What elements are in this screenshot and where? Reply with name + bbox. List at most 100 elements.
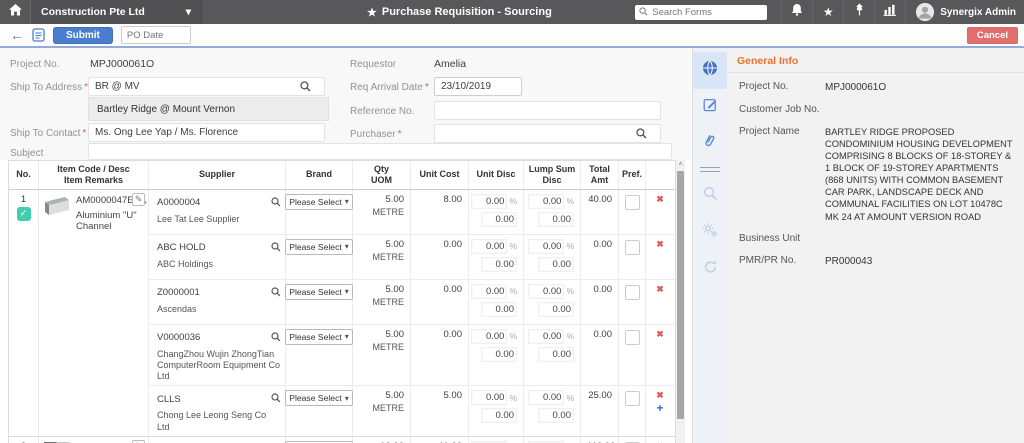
company-selector[interactable]: Construction Pte Ltd ▾ bbox=[30, 0, 202, 24]
address-suggestion-item[interactable]: Bartley Ridge @ Mount Vernon bbox=[88, 97, 329, 121]
supplier-search-icon[interactable] bbox=[271, 194, 281, 212]
supplier-search-icon[interactable] bbox=[271, 284, 281, 302]
edit-square-icon bbox=[703, 97, 718, 117]
delete-row-icon[interactable]: ✖ bbox=[656, 284, 664, 294]
pinned-button[interactable] bbox=[843, 0, 874, 24]
user-menu[interactable]: Synergix Admin bbox=[905, 0, 1024, 24]
pref-checkbox[interactable] bbox=[624, 239, 640, 255]
tab-attachments[interactable] bbox=[693, 125, 727, 161]
unit-cost-input[interactable]: 0.00 bbox=[417, 284, 463, 295]
pref-checkbox[interactable] bbox=[624, 284, 640, 300]
unit-disc-pct-input[interactable]: 0.00 bbox=[471, 238, 508, 254]
purchaser-input[interactable] bbox=[434, 124, 661, 143]
unit-cost-input[interactable]: 0.00 bbox=[417, 329, 463, 340]
pref-checkbox[interactable] bbox=[624, 194, 640, 210]
brand-select[interactable]: Please Select▾ bbox=[285, 328, 353, 345]
scroll-up-arrow[interactable]: ˄ bbox=[676, 160, 685, 170]
total-amt-cell: 0.00 bbox=[581, 234, 619, 279]
uom-value: METRE bbox=[372, 206, 405, 217]
unit-disc-pct-input[interactable]: 0.00 bbox=[471, 328, 508, 344]
supplier-search-icon[interactable] bbox=[271, 329, 281, 347]
unit-cost-cell: 0.00 bbox=[411, 234, 469, 279]
lump-sum-disc-pct-input[interactable]: 0.00 bbox=[528, 390, 565, 406]
brand-select-value: Please Select bbox=[289, 241, 342, 252]
unit-disc-pct-input[interactable]: 0.00 bbox=[471, 193, 508, 209]
purchaser-search-icon[interactable] bbox=[636, 128, 647, 139]
brand-cell: Please Select▾ bbox=[285, 436, 353, 443]
supplier-search-icon[interactable] bbox=[271, 239, 281, 257]
export-pdf-icon[interactable] bbox=[32, 28, 45, 42]
ship-to-address-input[interactable] bbox=[88, 77, 325, 96]
home-button[interactable] bbox=[0, 0, 30, 24]
total-amt-cell: 0.00 bbox=[581, 279, 619, 324]
unit-disc-amt-input[interactable]: 0.00 bbox=[481, 211, 517, 227]
favorites-button[interactable]: ★ bbox=[812, 0, 843, 24]
qty-uom-cell: 5.00 METRE bbox=[353, 324, 411, 386]
panel-project-name-value: BARTLEY RIDGE PROPOSED CONDOMINIUM HOUSI… bbox=[825, 127, 1013, 222]
lump-sum-disc-amt-input[interactable]: 0.00 bbox=[538, 346, 574, 362]
add-row-icon[interactable]: + bbox=[656, 402, 663, 414]
brand-select[interactable]: Please Select▾ bbox=[285, 238, 353, 255]
lump-sum-disc-amt-input[interactable]: 0.00 bbox=[538, 211, 574, 227]
delete-row-icon[interactable]: ✖ bbox=[656, 194, 664, 204]
unit-disc-amt-input[interactable]: 0.00 bbox=[481, 256, 517, 272]
delete-row-icon[interactable]: ✖ bbox=[656, 329, 664, 339]
project-no-value: MPJ000061O bbox=[90, 58, 155, 70]
tab-general-info[interactable] bbox=[693, 52, 727, 89]
panel-pmr-pr-no-value: PR000043 bbox=[825, 255, 873, 267]
req-arrival-date-label: Req Arrival Date * bbox=[350, 82, 429, 93]
delete-row-icon[interactable]: ✖ bbox=[656, 239, 664, 249]
favorite-star-icon[interactable]: ★ bbox=[367, 6, 377, 19]
brand-select[interactable]: Please Select▾ bbox=[285, 283, 353, 300]
lump-sum-disc-pct-input[interactable]: 0.00 bbox=[528, 283, 565, 299]
brand-select[interactable]: Please Select▾ bbox=[285, 193, 353, 210]
ship-to-address-search-icon[interactable] bbox=[300, 81, 311, 92]
unit-disc-amt-input[interactable]: 0.00 bbox=[481, 346, 517, 362]
bar-chart-icon bbox=[883, 3, 897, 21]
subject-input[interactable] bbox=[88, 143, 672, 160]
panel-project-name-label: Project Name bbox=[739, 126, 800, 137]
pref-checkbox[interactable] bbox=[624, 329, 640, 345]
row-select-checkbox[interactable]: ✓ bbox=[16, 206, 31, 221]
dashboard-button[interactable] bbox=[874, 0, 905, 24]
qty-value: 5.00 bbox=[385, 193, 405, 205]
lump-sum-disc-pct-input[interactable]: 0.00 bbox=[528, 193, 565, 209]
tab-history[interactable] bbox=[693, 251, 727, 287]
col-header-no: No. bbox=[9, 161, 39, 189]
unit-disc-amt-input[interactable]: 0.00 bbox=[481, 408, 517, 424]
brand-select-value: Please Select bbox=[289, 331, 342, 342]
unit-cost-input[interactable]: 0.00 bbox=[417, 239, 463, 250]
lump-sum-disc-amt-input[interactable]: 0.00 bbox=[538, 408, 574, 424]
lump-sum-disc-amt-input[interactable]: 0.00 bbox=[538, 256, 574, 272]
lump-sum-disc-pct-input[interactable]: 0.00 bbox=[528, 328, 565, 344]
qty-uom-cell: 5.00 METRE bbox=[353, 386, 411, 436]
table-scrollbar[interactable]: ˄ bbox=[676, 160, 685, 443]
req-arrival-date-input[interactable] bbox=[434, 77, 522, 96]
submit-button[interactable]: Submit bbox=[53, 26, 113, 44]
cancel-button[interactable]: Cancel bbox=[966, 26, 1018, 44]
supplier-name: Ascendas bbox=[157, 303, 197, 314]
search-forms-input[interactable] bbox=[650, 5, 760, 19]
back-arrow-button[interactable]: ← bbox=[10, 28, 24, 42]
tab-edit-notes[interactable] bbox=[693, 89, 727, 125]
po-date-input[interactable] bbox=[120, 26, 191, 44]
reference-no-input[interactable] bbox=[434, 101, 661, 120]
supplier-search-icon[interactable] bbox=[271, 390, 281, 408]
scrollbar-thumb[interactable] bbox=[677, 171, 684, 419]
item-edit-icon[interactable]: ✎ bbox=[132, 192, 145, 206]
unit-disc-amt-input[interactable]: 0.00 bbox=[481, 301, 517, 317]
tab-settings[interactable] bbox=[693, 214, 727, 251]
unit-cost-input[interactable]: 8.00 bbox=[417, 194, 463, 205]
brand-select[interactable]: Please Select▾ bbox=[285, 390, 353, 407]
unit-disc-pct-input[interactable]: 0.00 bbox=[471, 283, 508, 299]
ship-to-contact-input[interactable] bbox=[88, 123, 325, 142]
delete-row-icon[interactable]: ✖ bbox=[656, 391, 664, 400]
tab-price-search[interactable] bbox=[693, 178, 727, 214]
notifications-button[interactable] bbox=[781, 0, 812, 24]
pref-checkbox[interactable] bbox=[624, 391, 640, 407]
lump-sum-disc-pct-input[interactable]: 0.00 bbox=[528, 238, 565, 254]
unit-disc-pct-input[interactable]: 0.00 bbox=[471, 390, 508, 406]
lump-sum-disc-amt-input[interactable]: 0.00 bbox=[538, 301, 574, 317]
item-description: Aluminium "U" Channel bbox=[76, 209, 137, 233]
unit-cost-input[interactable]: 5.00 bbox=[417, 390, 463, 401]
